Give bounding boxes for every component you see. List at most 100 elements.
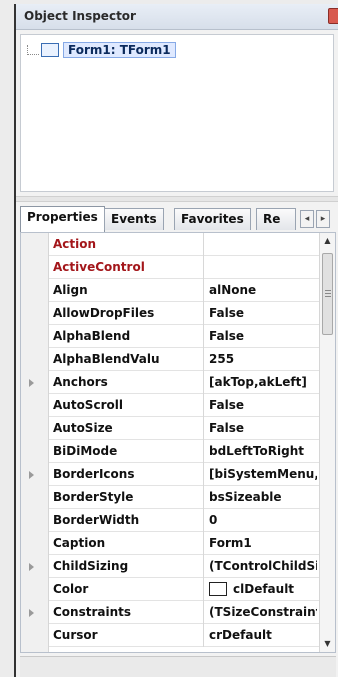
column-divider[interactable] [203, 463, 204, 486]
property-row[interactable]: BorderWidth 0 [49, 509, 319, 532]
property-value[interactable]: Form1 [209, 532, 317, 555]
property-name: AlphaBlendValu [53, 352, 160, 366]
window-title: Object Inspector [24, 9, 136, 23]
property-name: Color [53, 582, 89, 596]
title-bar[interactable]: Object Inspector [16, 4, 338, 30]
scroll-thumb[interactable] [322, 253, 333, 335]
component-tree[interactable]: Form1: TForm1 [20, 34, 334, 192]
column-divider[interactable] [203, 348, 204, 371]
column-divider[interactable] [203, 394, 204, 417]
property-value[interactable]: [biSystemMenu,l [209, 463, 317, 486]
property-row[interactable]: ActiveControl [49, 256, 319, 279]
property-value[interactable]: crDefault [209, 624, 317, 647]
column-divider[interactable] [203, 440, 204, 463]
tab-properties[interactable]: Properties [20, 206, 105, 232]
property-value[interactable]: [akTop,akLeft] [209, 371, 317, 394]
tab-scroll-right-icon[interactable]: ▸ [316, 210, 330, 228]
tree-node-form1[interactable]: Form1: TForm1 [27, 41, 176, 59]
column-divider[interactable] [203, 417, 204, 440]
expand-arrow-icon[interactable] [29, 563, 34, 571]
property-row[interactable]: AlphaBlend False [49, 325, 319, 348]
property-value-text: False [209, 421, 244, 435]
column-divider[interactable] [203, 486, 204, 509]
column-divider[interactable] [203, 371, 204, 394]
property-row[interactable]: BorderIcons [biSystemMenu,l [29, 463, 319, 486]
column-divider[interactable] [203, 302, 204, 325]
property-value[interactable] [209, 233, 317, 256]
column-divider[interactable] [203, 601, 204, 624]
tree-node-label[interactable]: Form1: TForm1 [63, 42, 176, 58]
property-row[interactable]: Anchors [akTop,akLeft] [29, 371, 319, 394]
property-value[interactable]: False [209, 302, 317, 325]
property-row[interactable]: ChildSizing (TControlChildSi [29, 555, 319, 578]
property-row[interactable]: AlphaBlendValu 255 [49, 348, 319, 371]
property-value[interactable]: 255 [209, 348, 317, 371]
panel-splitter[interactable] [16, 196, 338, 202]
property-name: ActiveControl [53, 260, 145, 274]
status-bar [20, 656, 336, 677]
property-value[interactable]: False [209, 394, 317, 417]
property-name: AutoScroll [53, 398, 123, 412]
column-divider[interactable] [203, 555, 204, 578]
property-row[interactable]: Cursor crDefault [49, 624, 319, 647]
property-name: Anchors [53, 375, 108, 389]
property-value[interactable]: bdLeftToRight [209, 440, 317, 463]
property-row[interactable]: AutoSize False [49, 417, 319, 440]
property-name: BorderWidth [53, 513, 140, 527]
form-icon [41, 43, 59, 57]
column-divider[interactable] [203, 233, 204, 256]
tab-restricted[interactable]: Re [256, 208, 296, 230]
property-row[interactable]: AutoScroll False [49, 394, 319, 417]
property-row[interactable]: BorderStyle bsSizeable [49, 486, 319, 509]
property-value-text: False [209, 306, 244, 320]
column-divider[interactable] [203, 509, 204, 532]
vertical-scrollbar[interactable]: ▲ ▼ [319, 233, 335, 652]
property-value[interactable] [209, 256, 317, 279]
tab-scroll-left-icon[interactable]: ◂ [300, 210, 314, 228]
property-value-text: (TControlChildSi [209, 559, 317, 573]
column-divider[interactable] [203, 279, 204, 302]
column-divider[interactable] [203, 624, 204, 647]
property-value-text: False [209, 329, 244, 343]
property-value[interactable]: (TControlChildSi [209, 555, 317, 578]
expand-arrow-icon[interactable] [29, 379, 34, 387]
property-name: Action [53, 237, 97, 251]
property-value-text: [biSystemMenu,l [209, 467, 317, 481]
property-row[interactable]: AllowDropFiles False [49, 302, 319, 325]
property-row[interactable]: Caption Form1 [49, 532, 319, 555]
expand-arrow-icon[interactable] [29, 471, 34, 479]
tab-events[interactable]: Events [104, 208, 164, 230]
property-row[interactable]: Align alNone [49, 279, 319, 302]
property-value[interactable]: False [209, 325, 317, 348]
scroll-up-icon[interactable]: ▲ [320, 233, 335, 249]
property-value[interactable]: alNone [209, 279, 317, 302]
column-divider[interactable] [203, 256, 204, 279]
property-value-text: clDefault [233, 582, 295, 596]
property-value[interactable]: 0 [209, 509, 317, 532]
property-value[interactable]: (TSizeConstraints [209, 601, 317, 624]
property-row[interactable]: Color clDefault [49, 578, 319, 601]
property-row[interactable]: Action [49, 233, 319, 256]
property-name: Constraints [53, 605, 132, 619]
property-value[interactable]: clDefault [209, 578, 317, 601]
scroll-down-icon[interactable]: ▼ [320, 636, 335, 652]
property-rows: Action ActiveControl Align alNone AllowDropF… [29, 233, 319, 652]
property-row[interactable]: Constraints (TSizeConstraints [29, 601, 319, 624]
property-name: BorderStyle [53, 490, 134, 504]
property-value-text: 0 [209, 513, 218, 527]
column-divider[interactable] [203, 578, 204, 601]
property-value-text: alNone [209, 283, 257, 297]
expand-arrow-icon[interactable] [29, 609, 34, 617]
tab-strip: Properties Events Favorites Re ◂ ▸ [20, 206, 338, 232]
close-button[interactable] [328, 8, 338, 24]
column-divider[interactable] [203, 532, 204, 555]
property-name: AutoSize [53, 421, 113, 435]
property-name: BiDiMode [53, 444, 118, 458]
property-value-text: crDefault [209, 628, 272, 642]
tab-favorites[interactable]: Favorites [174, 208, 251, 230]
property-name: Align [53, 283, 88, 297]
column-divider[interactable] [203, 325, 204, 348]
property-value[interactable]: bsSizeable [209, 486, 317, 509]
property-row[interactable]: BiDiMode bdLeftToRight [49, 440, 319, 463]
property-value[interactable]: False [209, 417, 317, 440]
